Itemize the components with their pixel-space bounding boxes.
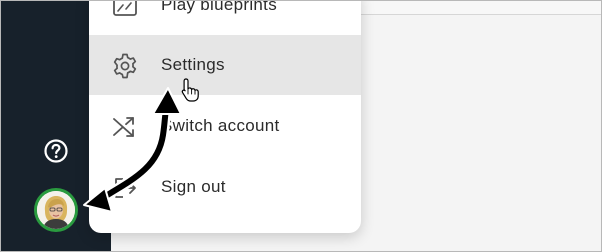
menu-item-switch-account[interactable]: Switch account [89, 96, 361, 156]
avatar[interactable] [34, 188, 78, 232]
menu-item-label: Play blueprints [161, 0, 278, 14]
blueprint-icon [113, 1, 137, 16]
gear-icon [113, 53, 137, 79]
menu-item-sign-out[interactable]: Sign out [89, 157, 361, 217]
menu-item-label: Settings [161, 55, 225, 74]
menu-item-settings[interactable]: Settings [89, 35, 361, 95]
menu-item-label: Switch account [161, 116, 280, 135]
menu-item-label: Sign out [161, 177, 226, 196]
avatar-photo [37, 191, 75, 229]
account-menu: Play blueprints Settings Switch account … [89, 0, 361, 233]
menu-item-play-blueprints[interactable]: Play blueprints [89, 0, 361, 35]
top-header-strip [361, 1, 601, 15]
app-window: Play blueprints Settings Switch account … [0, 0, 602, 252]
shuffle-icon [113, 117, 134, 137]
help-icon[interactable] [43, 138, 69, 164]
sign-out-icon [115, 178, 136, 198]
